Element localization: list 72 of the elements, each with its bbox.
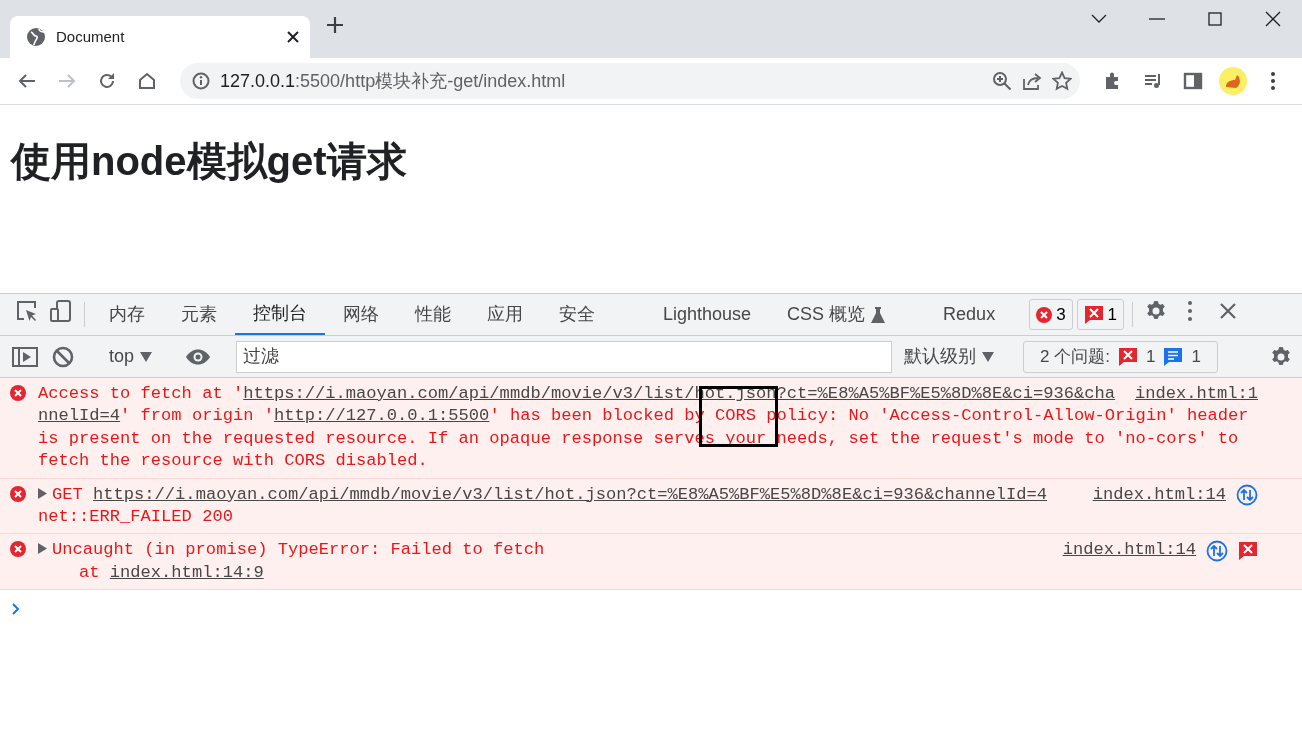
issue-icon xyxy=(1117,346,1138,367)
message-icon xyxy=(1163,346,1184,367)
block-icon xyxy=(52,345,74,368)
context-dropdown[interactable]: top xyxy=(101,343,161,370)
maximize-icon[interactable] xyxy=(1208,12,1222,26)
new-tab-icon[interactable] xyxy=(326,16,344,34)
message-link[interactable]: nnelId=4 xyxy=(38,406,121,426)
message-text: fetch the resource with CORS disabled. xyxy=(38,451,428,471)
cursor-icon xyxy=(15,299,39,323)
devtools-tab[interactable]: 安全 xyxy=(541,294,613,335)
error-icon xyxy=(1036,306,1053,323)
issue-icon xyxy=(1083,304,1104,325)
expand-triangle-icon[interactable] xyxy=(38,543,47,555)
expand-triangle-icon[interactable] xyxy=(38,487,47,499)
source-link[interactable]: index.html:14 xyxy=(1092,483,1226,507)
star-icon[interactable] xyxy=(1052,71,1072,91)
network-icon[interactable] xyxy=(1206,539,1228,562)
chevron-down-icon[interactable] xyxy=(1091,14,1107,24)
message-link[interactable]: index.html:14:9 xyxy=(109,562,264,582)
side-panel-icon xyxy=(1183,71,1203,91)
home-icon xyxy=(137,71,157,91)
devtools-tab[interactable]: 元素 xyxy=(163,294,235,335)
close-icon[interactable] xyxy=(286,30,300,44)
message-text: GET https://i.maoyan.com/api/mmdb/movie/v3/list/hot.json?ct=%E8%A5%BF%E5%8D%8E&ci=936&channelId=4 xyxy=(52,484,1048,504)
issue-icon xyxy=(1238,540,1258,561)
message-link[interactable]: https://i.maoyan.com/api/mmdb/movie/v3/list/hot.json?ct=%E8%A5%BF%E5%8D%8E&ci=936&channelId=4 xyxy=(93,484,1048,504)
close-icon xyxy=(1219,302,1238,320)
browser-tab[interactable]: Document xyxy=(10,16,310,58)
message-text: Uncaught (in promise) TypeError: Failed to fetch xyxy=(52,540,545,560)
network-icon[interactable] xyxy=(1236,483,1258,506)
error-count-button[interactable]: 3 xyxy=(1029,299,1073,330)
page-heading: 使用node模拟get请求 xyxy=(11,138,408,185)
source-link[interactable]: index.html:14 xyxy=(1062,539,1196,562)
reload-icon xyxy=(97,71,117,91)
address-bar[interactable]: 127.0.0.1:5500/http模块补充-get/index.html xyxy=(180,63,1080,99)
log-level-dropdown[interactable]: 默认级别 xyxy=(896,343,1003,370)
devtools-tab[interactable]: Lighthouse xyxy=(645,294,770,335)
devtools-tab[interactable]: 网络 xyxy=(325,294,397,335)
profile-button[interactable] xyxy=(1216,64,1250,98)
devices-icon xyxy=(49,299,73,323)
eye-icon xyxy=(185,348,212,365)
info-icon xyxy=(192,72,210,90)
message-text: at index.html:14:9 xyxy=(78,562,264,582)
zoom-icon[interactable] xyxy=(992,71,1012,91)
error-icon xyxy=(10,385,26,401)
playlist-icon xyxy=(1143,71,1163,91)
devtools-tab[interactable]: CSS 概览 xyxy=(769,294,904,335)
caret-icon xyxy=(982,351,995,362)
devtools-tab[interactable]: 内存 xyxy=(91,294,163,335)
more-icon xyxy=(1188,301,1193,321)
devtools-tab[interactable]: Redux xyxy=(925,294,1014,335)
issue-count-button[interactable]: 1 xyxy=(1076,299,1125,330)
filter-input[interactable]: 过滤 xyxy=(236,340,893,373)
error-icon xyxy=(10,485,26,502)
caret-icon xyxy=(140,351,153,362)
source-link[interactable]: index.html:1 xyxy=(1134,383,1258,406)
error-icon xyxy=(10,541,26,558)
close-icon[interactable] xyxy=(1265,11,1281,27)
globe-icon xyxy=(26,27,46,47)
tab-title: Document xyxy=(56,26,126,47)
flask-icon xyxy=(871,306,886,323)
message-text: net::ERR_FAILED 200 xyxy=(38,507,233,527)
avatar-icon xyxy=(1219,67,1247,95)
message-link[interactable]: http://127.0.0.1:5500 xyxy=(273,406,490,426)
issues-button[interactable]: 2 个问题: 1 1 xyxy=(1023,340,1218,373)
more-icon xyxy=(1271,72,1275,90)
prompt-chevron-icon[interactable] xyxy=(12,603,20,616)
sidebar-icon xyxy=(12,346,38,367)
url-text: 127.0.0.1:5500/http模块补充-get/index.html xyxy=(220,69,567,93)
devtools-tab[interactable]: 应用 xyxy=(469,294,541,335)
devtools-tab[interactable]: 性能 xyxy=(397,294,469,335)
share-icon[interactable] xyxy=(1022,71,1042,91)
